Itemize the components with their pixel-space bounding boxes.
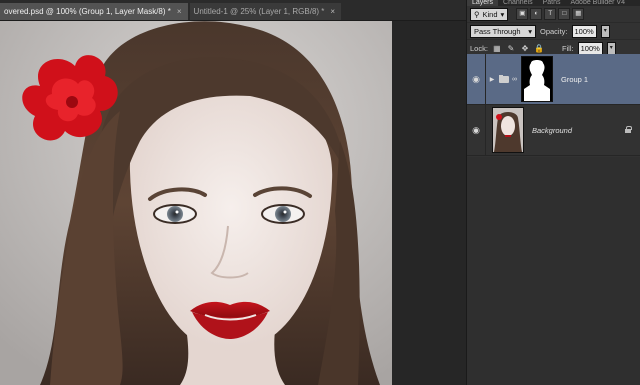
search-icon: ⚲ (474, 9, 480, 19)
blend-row: Pass Through ▾ Opacity: 100% ▾ (467, 23, 640, 40)
divider (485, 54, 486, 104)
document-tabs: overed.psd @ 100% (Group 1, Layer Mask/8… (0, 0, 466, 21)
tab-channels[interactable]: Channels (498, 0, 538, 6)
type-filter-icon[interactable]: T (544, 8, 557, 20)
layer-group-1[interactable]: ◉ ▶ ∞ Group 1 (467, 54, 640, 105)
link-chain-icon[interactable]: ∞ (512, 76, 518, 83)
fill-arrow-button[interactable]: ▾ (606, 41, 616, 55)
adjustment-filter-icon[interactable]: ◐ (530, 8, 543, 20)
fill-label: Fill: (561, 43, 574, 53)
shape-filter-icon[interactable]: □ (558, 8, 571, 20)
opacity-arrow-button[interactable]: ▾ (600, 24, 610, 38)
document-tab-label: Untitled-1 @ 25% (Layer 1, RGB/8) * (193, 7, 325, 16)
layers-empty-area (467, 157, 640, 385)
lock-all-icon[interactable]: 🔒 (534, 44, 544, 53)
portrait-image (0, 21, 466, 385)
layer-mask-thumbnail[interactable] (521, 56, 553, 102)
opacity-input[interactable]: 100% (571, 24, 597, 38)
close-icon[interactable]: × (330, 3, 335, 20)
opacity-label: Opacity: (540, 26, 568, 36)
lock-image-icon[interactable]: ✎ (506, 44, 516, 53)
layer-thumbnail[interactable] (492, 107, 524, 153)
chevron-down-icon: ▾ (500, 9, 505, 19)
eye-icon[interactable]: ◉ (467, 125, 485, 136)
lock-icon (625, 126, 632, 133)
tab-layers[interactable]: Layers (467, 0, 499, 6)
lock-label: Lock: (470, 43, 488, 53)
canvas-area[interactable] (0, 21, 466, 385)
filter-kind-dropdown[interactable]: ⚲ Kind ▾ (470, 7, 509, 21)
document-tab-label: overed.psd @ 100% (Group 1, Layer Mask/8… (4, 7, 171, 16)
document-tab-overed[interactable]: overed.psd @ 100% (Group 1, Layer Mask/8… (0, 3, 188, 20)
eye-icon[interactable]: ◉ (467, 74, 485, 85)
lock-position-icon[interactable]: ✥ (520, 44, 530, 53)
layers-panel: Layers Channels Paths Adobe Builder V4 ⚲… (466, 0, 640, 385)
layer-name[interactable]: Group 1 (561, 75, 588, 84)
fill-input[interactable]: 100% (577, 41, 603, 55)
divider (485, 105, 486, 155)
chevron-down-icon: ▾ (528, 26, 532, 36)
layers-list: ◉ ▶ ∞ Group 1 ◉ Background (467, 54, 640, 156)
smart-object-filter-icon[interactable]: ▦ (572, 8, 585, 20)
lock-transparent-icon[interactable]: ▦ (492, 44, 502, 53)
filter-row: ⚲ Kind ▾ ▣ ◐ T □ ▦ (467, 6, 640, 23)
expand-triangle-icon[interactable]: ▶ (488, 76, 496, 83)
tab-adobe-builder[interactable]: Adobe Builder V4 (566, 0, 630, 6)
tab-paths[interactable]: Paths (538, 0, 566, 6)
panel-tabs: Layers Channels Paths Adobe Builder V4 (467, 0, 640, 6)
pixel-filter-icon[interactable]: ▣ (516, 8, 529, 20)
close-icon[interactable]: × (177, 3, 182, 20)
blend-mode-dropdown[interactable]: Pass Through ▾ (470, 24, 536, 38)
document-tab-untitled[interactable]: Untitled-1 @ 25% (Layer 1, RGB/8) * × (189, 3, 342, 20)
layer-background[interactable]: ◉ Background (467, 105, 640, 156)
layer-name[interactable]: Background (532, 126, 572, 135)
filter-icons: ▣ ◐ T □ ▦ (516, 8, 585, 20)
folder-icon (499, 75, 509, 83)
